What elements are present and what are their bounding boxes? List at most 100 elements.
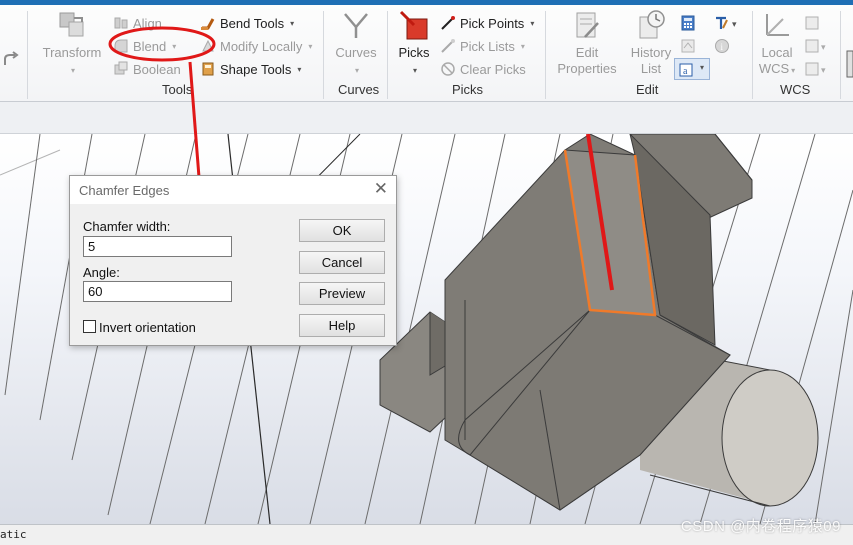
- modify-locally-icon: [202, 39, 214, 52]
- group-label-picks: Picks: [452, 82, 484, 97]
- group-label-tools: Tools: [162, 82, 193, 97]
- svg-text:a: a: [683, 66, 688, 77]
- group-label-wcs: WCS: [780, 82, 811, 97]
- preview-button[interactable]: Preview: [299, 282, 385, 305]
- group-label-curves: Curves: [338, 82, 380, 97]
- text-annotation-button[interactable]: a ▾: [674, 58, 710, 80]
- clear-picks-button[interactable]: Clear Picks: [440, 59, 526, 79]
- history-list-button[interactable]: History List: [627, 9, 675, 77]
- ribbon-separator: [27, 11, 28, 99]
- blend-button[interactable]: Blend ▾: [113, 36, 176, 56]
- picks-icon: [399, 10, 428, 40]
- edit-properties-label-2: Properties: [557, 61, 617, 76]
- picks-label: Picks: [398, 45, 430, 60]
- history-list-label-1: History: [630, 45, 672, 60]
- local-wcs-label-2: WCS ▾: [757, 61, 797, 79]
- pick-lists-icon: [441, 39, 455, 53]
- clear-picks-icon: [441, 62, 455, 76]
- dialog-title: Chamfer Edges: [79, 183, 170, 198]
- align-icon: [114, 17, 128, 29]
- chevron-down-icon: ▾: [308, 41, 313, 51]
- transform-label: Transform: [42, 45, 102, 60]
- dialog-titlebar[interactable]: Chamfer Edges ✕: [70, 176, 396, 204]
- local-wcs-label-1: Local: [761, 45, 793, 60]
- help-button[interactable]: Help: [299, 314, 385, 337]
- chevron-down-icon: ▾: [412, 66, 417, 75]
- transform-icon: [59, 12, 84, 37]
- chamfer-width-label: Chamfer width:: [83, 219, 171, 234]
- local-wcs-label-2-text: WCS: [758, 61, 790, 76]
- ribbon-separator: [545, 11, 546, 99]
- pick-lists-button[interactable]: Pick Lists ▾: [440, 36, 525, 56]
- watermark: CSDN @内卷程序猿09: [680, 518, 841, 535]
- invert-orientation-label: Invert orientation: [99, 320, 196, 335]
- bend-tools-button[interactable]: Bend Tools ▾: [200, 13, 294, 33]
- shape-tools-button[interactable]: Shape Tools ▾: [200, 59, 301, 79]
- pick-points-button[interactable]: Pick Points ▾: [440, 13, 534, 33]
- parameter-icon[interactable]: [680, 38, 696, 54]
- chevron-down-icon: ▾: [520, 41, 525, 51]
- text-icon: a: [679, 63, 693, 77]
- clear-picks-label: Clear Picks: [460, 61, 526, 77]
- status-text: atic: [0, 528, 27, 541]
- local-wcs-button[interactable]: Local WCS ▾: [757, 9, 797, 79]
- transform-button[interactable]: Transform ▾: [40, 9, 104, 79]
- history-list-label-2: List: [640, 61, 662, 76]
- ribbon: Transform ▾ Align Blend ▾ Boolean Bend T…: [0, 5, 853, 102]
- close-icon[interactable]: ✕: [374, 180, 388, 198]
- pick-points-icon: [441, 16, 455, 30]
- align-button[interactable]: Align: [113, 13, 162, 33]
- wcs-icon: [766, 14, 789, 36]
- picks-button[interactable]: Picks ▾: [394, 9, 434, 79]
- chevron-down-icon: ▾: [700, 63, 705, 72]
- ok-button[interactable]: OK: [299, 219, 385, 242]
- ribbon-separator: [840, 11, 841, 99]
- edit-properties-icon: [576, 12, 599, 38]
- calculator-icon[interactable]: [680, 15, 696, 31]
- wcs-align-icon[interactable]: [804, 15, 820, 31]
- chevron-down-icon: ▾: [290, 18, 295, 28]
- bend-tools-icon: [201, 18, 215, 30]
- edit-properties-label-1: Edit: [575, 45, 599, 60]
- blend-icon: [114, 39, 128, 53]
- toolbar-strip: [0, 102, 853, 134]
- group-label-edit: Edit: [636, 82, 659, 97]
- svg-text:▾: ▾: [821, 42, 826, 52]
- angle-input[interactable]: [83, 281, 232, 302]
- wcs-rotate-icon[interactable]: ▾: [804, 61, 830, 77]
- modify-locally-label: Modify Locally: [220, 38, 303, 54]
- partial-icon[interactable]: [845, 49, 853, 79]
- ribbon-separator: [323, 11, 324, 99]
- blend-label: Blend: [133, 38, 167, 54]
- invert-orientation-checkbox[interactable]: [83, 320, 96, 333]
- edit-properties-button[interactable]: Edit Properties: [553, 9, 621, 77]
- bend-tools-label: Bend Tools: [220, 15, 285, 31]
- boolean-icon: [114, 61, 128, 75]
- curves-button[interactable]: Curves ▾: [332, 9, 380, 79]
- chamfer-edges-dialog: Chamfer Edges ✕ Chamfer width: Angle: In…: [69, 175, 397, 346]
- chevron-down-icon: ▾: [297, 64, 302, 74]
- chamfer-width-input[interactable]: [83, 236, 232, 257]
- chevron-down-icon: ▾: [791, 66, 796, 75]
- cancel-button[interactable]: Cancel: [299, 251, 385, 274]
- boolean-button[interactable]: Boolean: [113, 59, 181, 79]
- curves-label: Curves: [335, 45, 377, 60]
- boolean-label: Boolean: [133, 61, 181, 77]
- wcs-move-icon[interactable]: ▾: [804, 38, 830, 54]
- pick-lists-label: Pick Lists: [460, 38, 515, 54]
- chevron-down-icon: ▾: [354, 66, 359, 75]
- chevron-down-icon: ▾: [530, 18, 535, 28]
- partial-icon[interactable]: [2, 51, 20, 69]
- ribbon-separator: [752, 11, 753, 99]
- info-icon[interactable]: i: [714, 38, 730, 54]
- pick-points-label: Pick Points: [460, 15, 525, 31]
- shape-tools-label: Shape Tools: [220, 61, 292, 77]
- ribbon-separator: [387, 11, 388, 99]
- chevron-down-icon: ▾: [172, 41, 177, 51]
- shape-tools-icon: [202, 62, 214, 76]
- modify-locally-button[interactable]: Modify Locally ▾: [200, 36, 312, 56]
- svg-text:▾: ▾: [821, 65, 826, 75]
- curves-icon: [344, 13, 368, 38]
- format-icon[interactable]: ▾: [714, 15, 742, 31]
- align-label: Align: [133, 15, 162, 31]
